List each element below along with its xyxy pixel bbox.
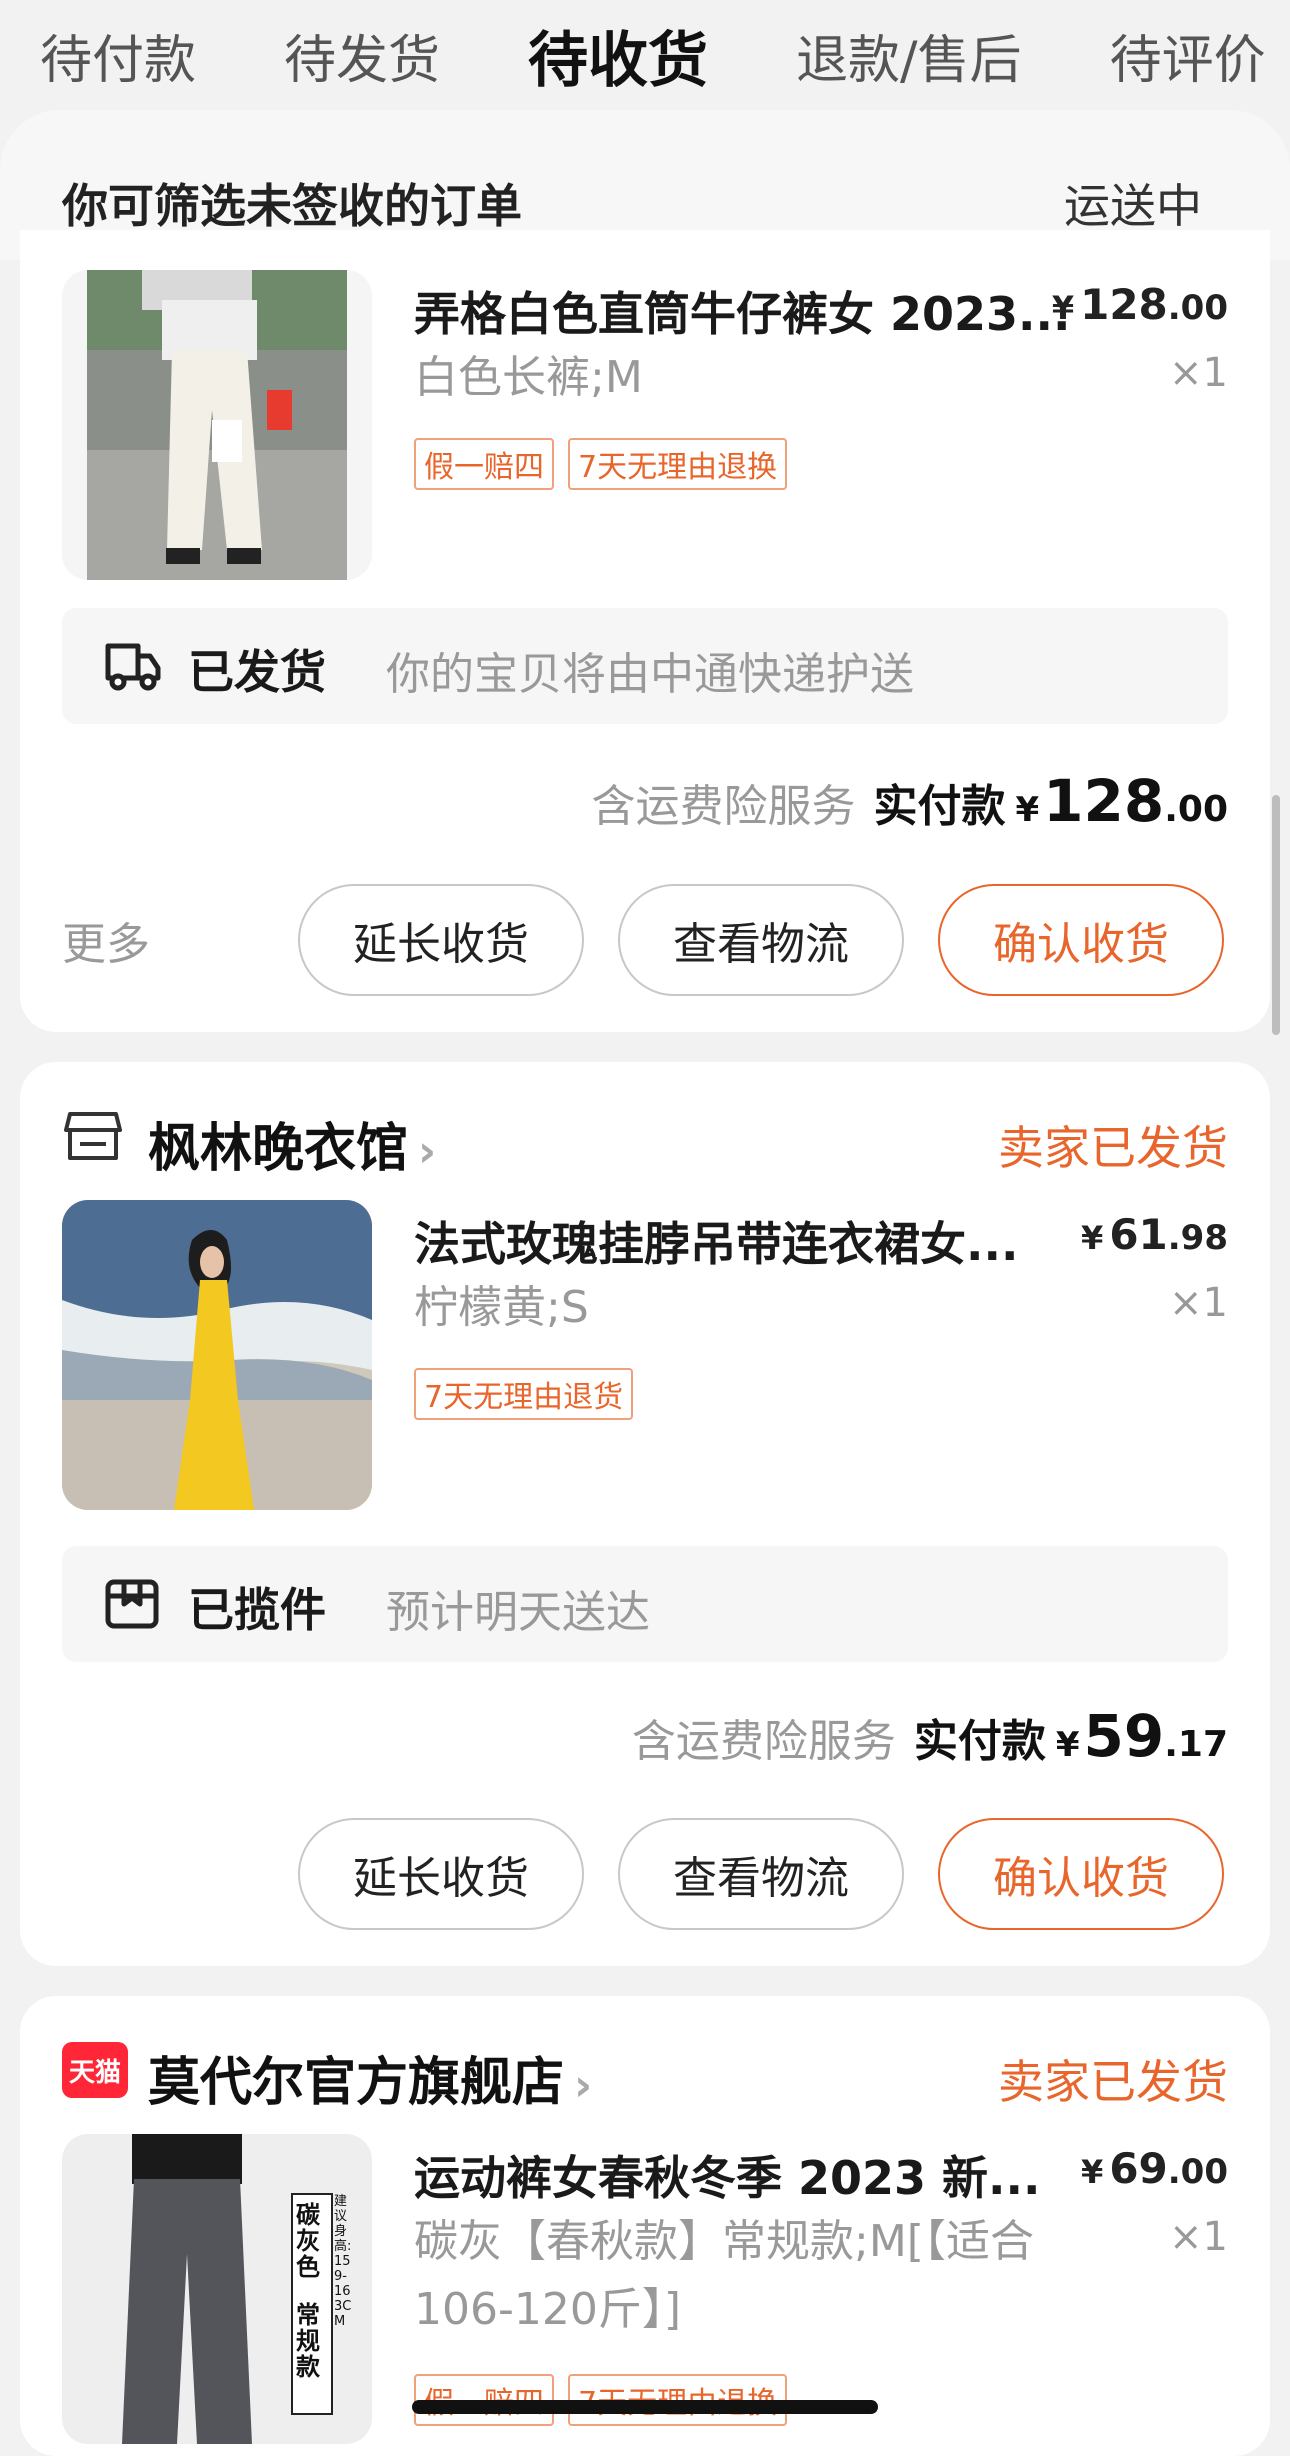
truck-icon bbox=[105, 643, 161, 691]
currency-symbol: ¥ bbox=[1055, 1725, 1080, 1765]
product-image[interactable] bbox=[62, 270, 372, 580]
logistics-status: 已揽件 bbox=[188, 1583, 326, 1637]
product-title[interactable]: 弄格白色直筒牛仔裤女 2023... bbox=[414, 278, 1074, 344]
paid-label: 实付款 bbox=[873, 781, 1006, 832]
store-icon bbox=[64, 1112, 122, 1160]
order-card: 弄格白色直筒牛仔裤女 2023... ¥128.00 白色长裤;M ×1 假一赔… bbox=[20, 230, 1270, 1032]
paid-integer: 128 bbox=[1043, 767, 1165, 835]
service-tag: 7天无理由退换 bbox=[568, 438, 788, 490]
order-status: 卖家已发货 bbox=[998, 1121, 1228, 1175]
price-decimal: .00 bbox=[1167, 2152, 1228, 2192]
image-style-label: 常规款 bbox=[296, 2301, 320, 2381]
price-integer: 69 bbox=[1109, 2144, 1168, 2193]
shop-header[interactable]: 天猫 莫代尔官方旗舰店 › 卖家已发货 bbox=[62, 2032, 1228, 2115]
package-icon bbox=[105, 1579, 159, 1629]
tab-pending-shipment[interactable]: 待发货 bbox=[284, 18, 440, 93]
extend-receipt-button[interactable]: 延长收货 bbox=[298, 884, 584, 996]
chevron-right-icon: › bbox=[418, 1126, 437, 1177]
more-button[interactable]: 更多 bbox=[62, 908, 150, 972]
currency-symbol: ¥ bbox=[1015, 790, 1040, 830]
filter-hint: 你可筛选未签收的订单 bbox=[62, 179, 522, 233]
paid-decimal: .00 bbox=[1164, 789, 1228, 830]
service-tag: 假一赔四 bbox=[414, 438, 554, 490]
shop-name[interactable]: 枫林晚衣馆 › bbox=[148, 1106, 436, 1181]
payment-row: 含运费险服务 实付款 ¥ 128 .00 bbox=[591, 767, 1228, 837]
product-sku: 白色长裤;M bbox=[414, 352, 643, 403]
order-tabs: 待付款 待发货 待收货 退款/售后 待评价 bbox=[0, 0, 1290, 110]
order-card: 天猫 莫代尔官方旗舰店 › 卖家已发货 碳灰色 常规款 建议身高:159-163C… bbox=[20, 1996, 1270, 2456]
tab-pending-payment[interactable]: 待付款 bbox=[40, 18, 196, 93]
order-status: 卖家已发货 bbox=[998, 2055, 1228, 2109]
service-tags: 假一赔四 7天无理由退换 bbox=[414, 438, 801, 490]
shop-name-text: 莫代尔官方旗舰店 bbox=[148, 2053, 565, 2113]
paid-integer: 59 bbox=[1083, 1702, 1165, 1770]
tab-pending-receipt[interactable]: 待收货 bbox=[528, 12, 708, 99]
confirm-receipt-button[interactable]: 确认收货 bbox=[938, 1818, 1224, 1930]
product-price: ¥128.00 bbox=[1052, 280, 1228, 329]
logistics-bar[interactable]: 已发货 你的宝贝将由中通快递护送 bbox=[62, 608, 1228, 724]
extend-receipt-button[interactable]: 延长收货 bbox=[298, 1818, 584, 1930]
product-price: ¥69.00 bbox=[1081, 2144, 1228, 2193]
product-image[interactable] bbox=[62, 1200, 372, 1510]
price-decimal: .00 bbox=[1167, 288, 1228, 328]
product-image[interactable]: 碳灰色 常规款 建议身高:159-163CM bbox=[62, 2134, 372, 2444]
product-sku: 碳灰【春秋款】常规款;M[【适合106-120斤】] bbox=[414, 2216, 1034, 2335]
home-indicator[interactable] bbox=[412, 2400, 878, 2414]
logistics-text: 预计明天送达 bbox=[386, 1587, 650, 1638]
price-integer: 128 bbox=[1080, 280, 1168, 329]
tmall-badge: 天猫 bbox=[62, 2042, 128, 2098]
view-logistics-button[interactable]: 查看物流 bbox=[618, 884, 904, 996]
currency-symbol: ¥ bbox=[1081, 1219, 1104, 1257]
price-integer: 61 bbox=[1109, 1210, 1168, 1259]
currency-symbol: ¥ bbox=[1081, 2153, 1104, 2191]
image-height-note: 建议身高:159-163CM bbox=[334, 2194, 352, 2329]
view-logistics-button[interactable]: 查看物流 bbox=[618, 1818, 904, 1930]
insurance-text: 含运费险服务 bbox=[631, 1716, 896, 1767]
filter-in-transit[interactable]: 运送中 bbox=[1064, 170, 1202, 236]
product-price: ¥61.98 bbox=[1081, 1210, 1228, 1259]
product-qty: ×1 bbox=[1169, 2214, 1228, 2260]
product-sku: 柠檬黄;S bbox=[414, 1282, 589, 1333]
tab-refund-aftersale[interactable]: 退款/售后 bbox=[796, 18, 1022, 93]
paid-decimal: .17 bbox=[1164, 1724, 1228, 1765]
logistics-bar[interactable]: 已揽件 预计明天送达 bbox=[62, 1546, 1228, 1662]
shop-name[interactable]: 莫代尔官方旗舰店 › bbox=[148, 2040, 592, 2115]
confirm-receipt-button[interactable]: 确认收货 bbox=[938, 884, 1224, 996]
payment-row: 含运费险服务 实付款 ¥ 59 .17 bbox=[632, 1702, 1228, 1772]
image-color-label: 碳灰色 bbox=[296, 2201, 320, 2281]
insurance-text: 含运费险服务 bbox=[591, 781, 856, 832]
shop-header[interactable]: 枫林晚衣馆 › 卖家已发货 bbox=[62, 1098, 1228, 1181]
service-tag: 7天无理由退货 bbox=[414, 1368, 634, 1420]
price-decimal: .98 bbox=[1167, 1218, 1228, 1258]
logistics-text: 你的宝贝将由中通快递护送 bbox=[386, 649, 914, 700]
service-tags: 7天无理由退货 bbox=[414, 1368, 647, 1420]
shop-name-text: 枫林晚衣馆 bbox=[148, 1119, 409, 1179]
chevron-right-icon: › bbox=[574, 2060, 593, 2111]
product-qty: ×1 bbox=[1169, 350, 1228, 396]
paid-label: 实付款 bbox=[913, 1716, 1046, 1767]
product-title[interactable]: 法式玫瑰挂脖吊带连衣裙女... bbox=[414, 1208, 1074, 1274]
tab-pending-review[interactable]: 待评价 bbox=[1110, 18, 1266, 93]
scrollbar[interactable] bbox=[1272, 795, 1280, 1035]
product-title[interactable]: 运动裤女春秋冬季 2023 新... bbox=[414, 2142, 1074, 2208]
order-card: 枫林晚衣馆 › 卖家已发货 法式玫瑰挂脖吊带连衣裙女... ¥61.98 柠檬黄;… bbox=[20, 1062, 1270, 1966]
logistics-status: 已发货 bbox=[188, 645, 326, 699]
product-qty: ×1 bbox=[1169, 1280, 1228, 1326]
currency-symbol: ¥ bbox=[1051, 289, 1075, 327]
